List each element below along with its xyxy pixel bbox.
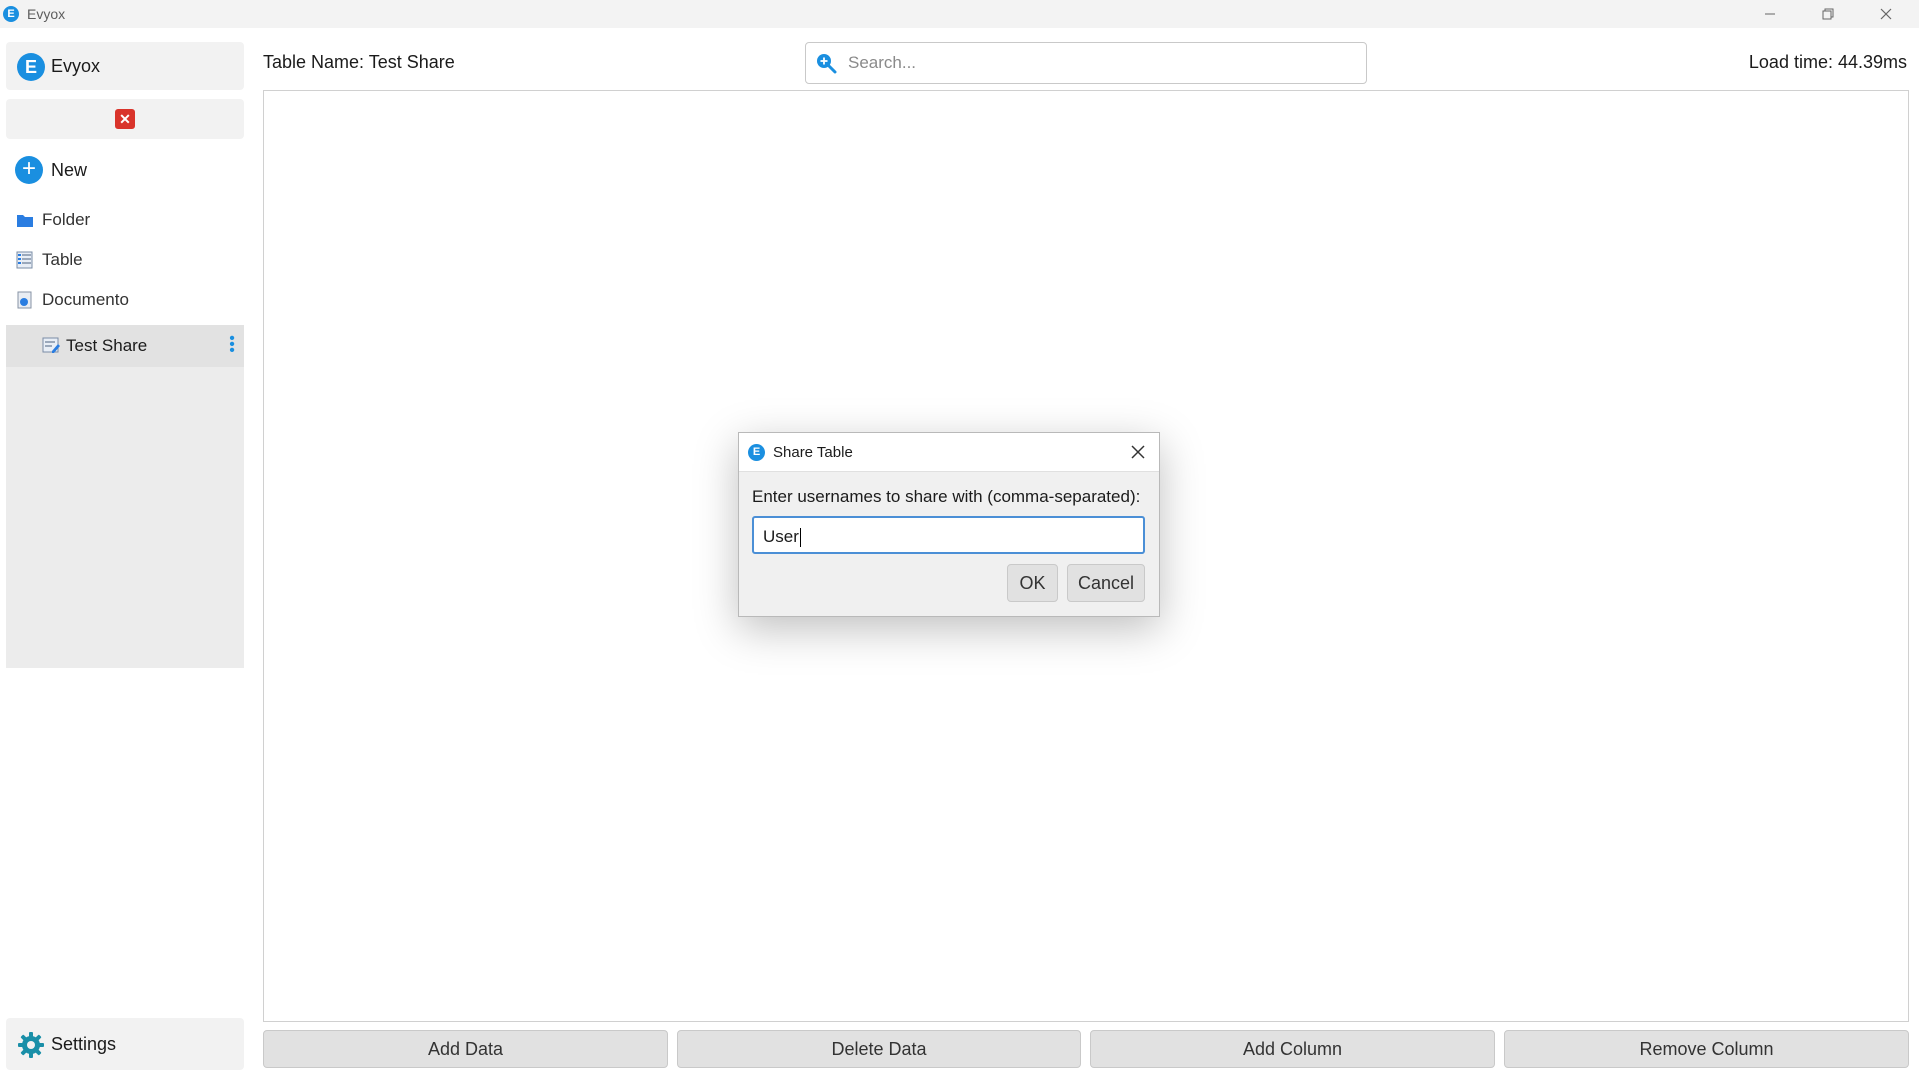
- app-header-card: E Evyox: [6, 42, 244, 90]
- sidebar-item-label: Folder: [42, 210, 91, 229]
- load-time-label: Load time: 44.39ms: [1748, 52, 1907, 72]
- add-column-button[interactable]: Add Column: [1090, 1030, 1495, 1068]
- dialog-title: Share Table: [773, 444, 853, 461]
- minimize-icon: [1765, 13, 1775, 15]
- document-icon: [16, 291, 34, 309]
- tree-item-test-share[interactable]: Test Share • • •: [6, 325, 244, 367]
- settings-button[interactable]: Settings: [6, 1018, 244, 1070]
- sidebar-item-documento[interactable]: Documento: [16, 286, 129, 314]
- new-button[interactable]: + New: [15, 154, 87, 186]
- app-logo-icon: E: [17, 53, 45, 81]
- tree-panel: [6, 325, 244, 668]
- gear-icon: [16, 1030, 46, 1060]
- sidebar-item-label: Table: [42, 250, 83, 269]
- close-icon: [1131, 445, 1145, 459]
- share-table-dialog: E Share Table Enter usernames to share w…: [738, 432, 1160, 617]
- settings-label: Settings: [51, 1034, 117, 1054]
- dialog-close-button[interactable]: [1127, 441, 1149, 463]
- app-logo-icon: E: [3, 6, 19, 22]
- folder-icon: [16, 211, 34, 229]
- usernames-input-value: User: [763, 527, 801, 548]
- text-caret: [799, 528, 801, 548]
- search-input[interactable]: [846, 45, 1360, 81]
- delete-data-button[interactable]: Delete Data: [677, 1030, 1081, 1068]
- close-icon: [1880, 8, 1892, 20]
- table-icon: [16, 251, 34, 269]
- search-bar[interactable]: [805, 42, 1367, 84]
- sidebar-item-folder[interactable]: Folder: [16, 206, 90, 234]
- app-logo-icon: E: [748, 444, 765, 461]
- table-edit-icon: [42, 336, 60, 354]
- add-data-button[interactable]: Add Data: [263, 1030, 668, 1068]
- dialog-titlebar: E Share Table: [739, 433, 1159, 472]
- minimize-button[interactable]: [1741, 0, 1799, 28]
- restore-button[interactable]: [1799, 0, 1857, 28]
- close-panel-icon[interactable]: ✕: [115, 109, 135, 129]
- search-icon: [815, 52, 837, 74]
- restore-icon: [1822, 8, 1834, 20]
- sidebar-item-label: Documento: [42, 290, 129, 309]
- window-titlebar: E Evyox: [0, 0, 1919, 28]
- window-title: Evyox: [27, 6, 66, 22]
- dialog-prompt: Enter usernames to share with (comma-sep…: [752, 487, 1141, 506]
- page-title: Table Name: Test Share: [263, 52, 455, 72]
- new-label: New: [51, 159, 88, 180]
- close-panel-card: ✕: [6, 99, 244, 139]
- close-window-button[interactable]: [1857, 0, 1915, 28]
- more-options-icon[interactable]: • • •: [228, 331, 236, 359]
- ok-button[interactable]: OK: [1007, 564, 1058, 602]
- remove-column-button[interactable]: Remove Column: [1504, 1030, 1909, 1068]
- cancel-button[interactable]: Cancel: [1067, 564, 1145, 602]
- tree-item-label: Test Share: [66, 336, 148, 355]
- plus-icon: +: [15, 156, 43, 184]
- usernames-input-text: User: [763, 527, 799, 546]
- usernames-input[interactable]: User: [752, 516, 1145, 554]
- app-name: Evyox: [51, 56, 101, 76]
- sidebar-item-table[interactable]: Table: [16, 246, 83, 274]
